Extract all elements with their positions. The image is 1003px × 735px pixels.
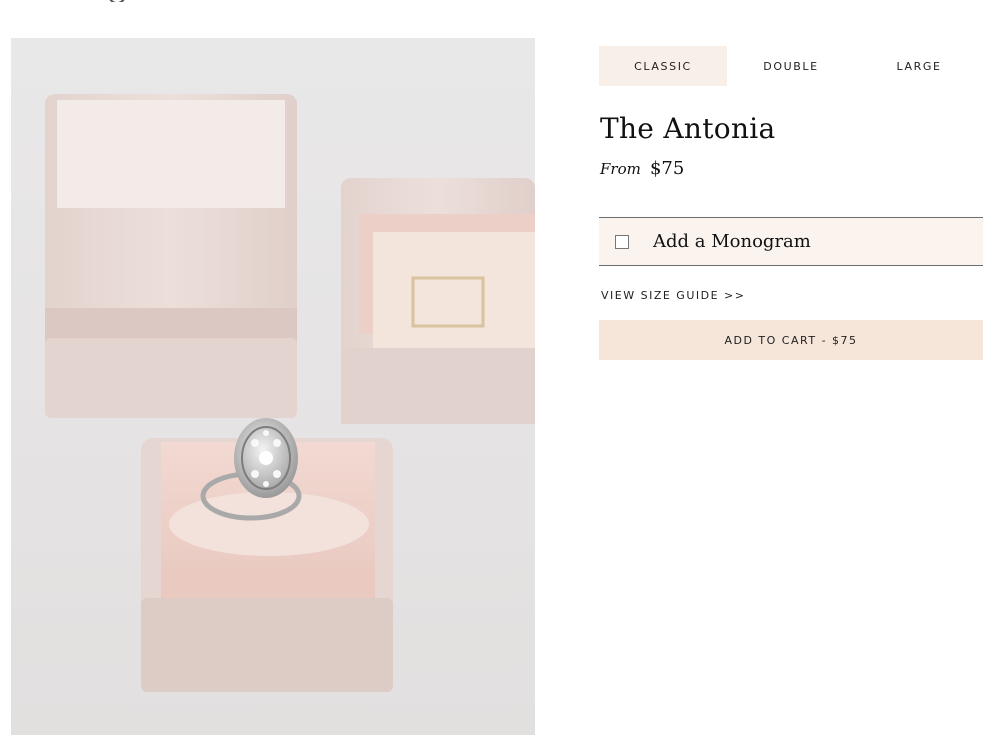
monogram-option[interactable]: Add a Monogram [599,217,983,266]
tab-large[interactable]: LARGE [855,46,983,86]
size-guide-link[interactable]: VIEW SIZE GUIDE >> [601,289,745,302]
search-icon[interactable] [100,0,130,2]
monogram-checkbox[interactable] [615,234,629,249]
add-to-cart-button[interactable]: ADD TO CART - $75 [599,320,983,360]
price-amount: $75 [649,158,685,179]
price-line: From $75 [600,158,684,179]
variant-tabs: CLASSIC DOUBLE LARGE [599,46,983,86]
product-title: The Antonia [600,112,776,145]
tab-double[interactable]: DOUBLE [727,46,855,86]
product-page: CLASSIC DOUBLE LARGE The Antonia From $7… [0,0,1003,735]
product-image [11,38,535,735]
tab-classic[interactable]: CLASSIC [599,46,727,86]
monogram-label: Add a Monogram [653,231,811,252]
price-prefix: From [600,160,641,178]
